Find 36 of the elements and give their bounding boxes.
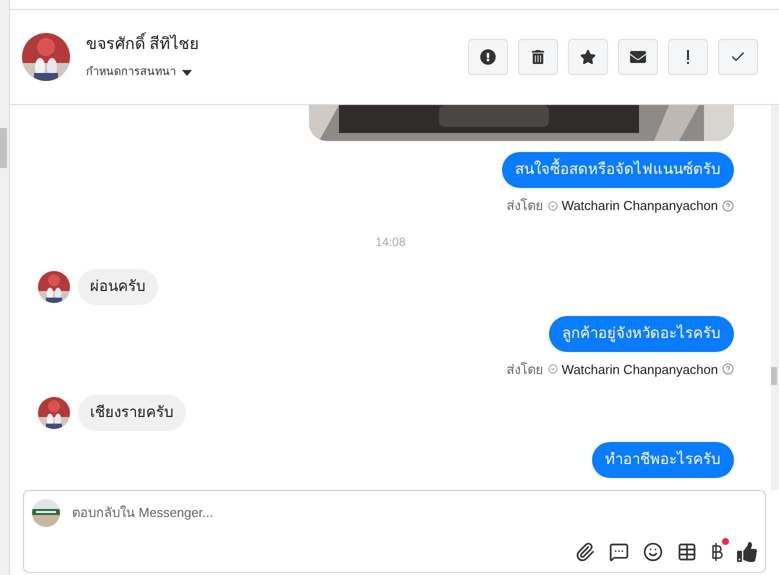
message-bubble: ผ่อนครับ [78, 268, 158, 304]
caret-icon [182, 70, 192, 76]
message-bubble: ลูกค้าอยู่จังหวัดอะไรครับ [549, 316, 734, 352]
sender-name: Watcharin Chanpanyachon [562, 197, 718, 215]
timestamp: 14:08 [375, 234, 406, 250]
message-bubble: ทำอาชีพอะไรครับ [592, 442, 734, 478]
sent-by-label: ส่งโดย [506, 197, 544, 215]
chat-icon[interactable] [609, 542, 629, 562]
check-button[interactable] [718, 39, 758, 75]
star-button[interactable] [568, 39, 608, 75]
alert-button[interactable] [468, 39, 508, 75]
message-bubble: สนใจซื้อสดหรือจัดไฟแนนซ์ตรับ [502, 152, 734, 188]
smiley-icon[interactable] [643, 542, 663, 562]
scrollbar-thumb[interactable] [0, 128, 7, 168]
envelope-icon [630, 49, 646, 65]
message-bubble: เชียงรายครับ [78, 395, 186, 431]
trash-button[interactable] [518, 39, 558, 75]
conversation-menu[interactable]: กำหนดการสนทนา [86, 64, 198, 81]
help-icon [722, 363, 734, 376]
baht-icon[interactable] [711, 542, 723, 562]
like-icon[interactable] [737, 542, 757, 562]
help-icon [722, 200, 734, 212]
verified-icon [548, 364, 558, 374]
trash-icon [531, 50, 545, 64]
contact-name: ขจรศักดิ์ สีทิไชย [86, 33, 198, 58]
exclamation-icon [686, 50, 690, 64]
verified-icon [548, 200, 558, 211]
paperclip-icon[interactable] [575, 542, 595, 562]
table-icon[interactable] [677, 542, 697, 562]
sender-name: Watcharin Chanpanyachon [562, 360, 718, 379]
reply-field[interactable]: ตอบกลับใน Messenger... [72, 503, 757, 523]
envelope-button[interactable] [618, 39, 658, 75]
alert-icon [480, 49, 496, 65]
scrollbar-thumb[interactable] [771, 367, 777, 385]
star-icon [580, 49, 596, 65]
sent-by-label: ส่งโดย [506, 360, 544, 378]
